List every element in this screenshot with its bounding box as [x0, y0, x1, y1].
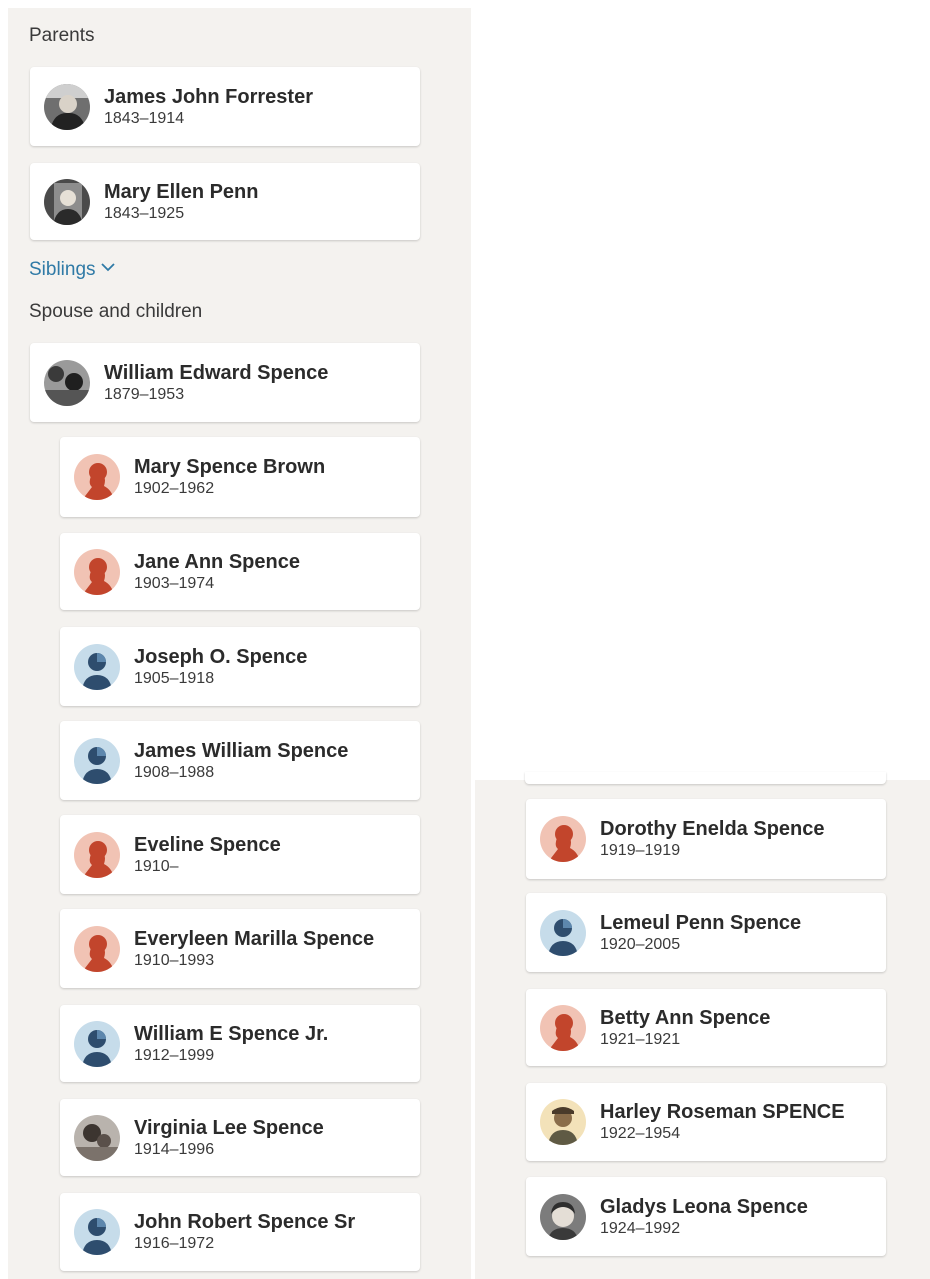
person-name: James John Forrester [104, 85, 313, 108]
person-name: Mary Ellen Penn [104, 180, 259, 203]
parents-heading: Parents [29, 25, 95, 46]
photo-icon [540, 1193, 586, 1240]
partial-card [525, 772, 886, 784]
parent-card[interactable]: Mary Ellen Penn 1843–1925 [30, 163, 420, 240]
child-card[interactable]: Joseph O. Spence 1905–1918 [60, 627, 420, 706]
person-dates: 1879–1953 [104, 385, 185, 403]
person-name: James William Spence [134, 739, 349, 762]
photo-icon [540, 1099, 586, 1145]
child-card[interactable]: Mary Spence Brown 1902–1962 [60, 437, 420, 517]
photo-icon [44, 83, 90, 130]
person-dates: 1910–1993 [134, 951, 215, 969]
person-name: Gladys Leona Spence [600, 1195, 808, 1218]
person-dates: 1914–1996 [134, 1140, 215, 1158]
person-dates: 1843–1925 [104, 204, 185, 222]
child-card[interactable]: Gladys Leona Spence 1924–1992 [526, 1177, 886, 1256]
female-silhouette-icon [74, 925, 120, 972]
person-name: John Robert Spence Sr [134, 1211, 356, 1233]
child-card[interactable]: Everyleen Marilla Spence 1910–1993 [60, 909, 420, 988]
female-silhouette-icon [540, 816, 586, 862]
child-card[interactable]: James William Spence 1908–1988 [60, 721, 420, 800]
child-card[interactable]: Betty Ann Spence 1921–1921 [526, 989, 886, 1066]
photo-icon [44, 178, 90, 225]
person-name: William Edward Spence [104, 361, 329, 384]
person-dates: 1920–2005 [600, 935, 681, 953]
person-name: Betty Ann Spence [600, 1006, 771, 1029]
person-dates: 1919–1919 [600, 842, 681, 859]
child-card[interactable]: Harley Roseman SPENCE 1922–1954 [526, 1083, 886, 1161]
spouse-card[interactable]: William Edward Spence 1879–1953 [30, 343, 420, 422]
siblings-toggle[interactable]: Siblings [29, 259, 116, 281]
person-name: Mary Spence Brown [134, 456, 326, 478]
chevron-down-icon [100, 259, 116, 281]
person-dates: 1910– [134, 857, 179, 875]
male-silhouette-icon [74, 737, 120, 784]
child-card[interactable]: Virginia Lee Spence 1914–1996 [60, 1099, 420, 1176]
siblings-label: Siblings [29, 259, 96, 280]
person-name: Eveline Spence [134, 833, 281, 856]
person-name: Joseph O. Spence [134, 645, 308, 668]
person-dates: 1916–1972 [134, 1235, 215, 1252]
child-card[interactable]: Lemeul Penn Spence 1920–2005 [526, 893, 886, 972]
female-silhouette-icon [540, 1004, 586, 1051]
photo-icon [44, 359, 90, 406]
male-silhouette-icon [74, 643, 120, 690]
person-dates: 1912–1999 [134, 1046, 215, 1064]
person-name: Lemeul Penn Spence [600, 911, 802, 934]
person-name: William E Spence Jr. [134, 1022, 329, 1045]
parent-card[interactable]: James John Forrester 1843–1914 [30, 67, 420, 146]
person-dates: 1908–1988 [134, 763, 215, 781]
male-silhouette-icon [540, 909, 586, 956]
male-silhouette-icon [74, 1020, 120, 1067]
person-name: Jane Ann Spence [134, 550, 300, 573]
person-dates: 1902–1962 [134, 480, 215, 497]
person-name: Everyleen Marilla Spence [134, 927, 375, 950]
child-card[interactable]: Jane Ann Spence 1903–1974 [60, 533, 420, 610]
child-card[interactable]: William E Spence Jr. 1912–1999 [60, 1005, 420, 1082]
person-dates: 1922–1954 [600, 1125, 681, 1142]
child-card[interactable]: John Robert Spence Sr 1916–1972 [60, 1193, 420, 1271]
female-silhouette-icon [74, 454, 120, 500]
male-silhouette-icon [74, 1209, 120, 1255]
person-name: Harley Roseman SPENCE [600, 1101, 845, 1123]
person-dates: 1921–1921 [600, 1030, 681, 1048]
child-card[interactable]: Dorothy Enelda Spence 1919–1919 [526, 799, 886, 879]
person-dates: 1903–1974 [134, 574, 215, 592]
person-dates: 1843–1914 [104, 109, 185, 127]
person-dates: 1905–1918 [134, 669, 215, 687]
person-dates: 1924–1992 [600, 1219, 681, 1237]
spouse-children-heading: Spouse and children [29, 301, 203, 322]
photo-icon [74, 1114, 120, 1161]
female-silhouette-icon [74, 548, 120, 595]
female-silhouette-icon [74, 831, 120, 878]
person-name: Virginia Lee Spence [134, 1116, 324, 1139]
child-card[interactable]: Eveline Spence 1910– [60, 815, 420, 894]
person-name: Dorothy Enelda Spence [600, 818, 825, 840]
